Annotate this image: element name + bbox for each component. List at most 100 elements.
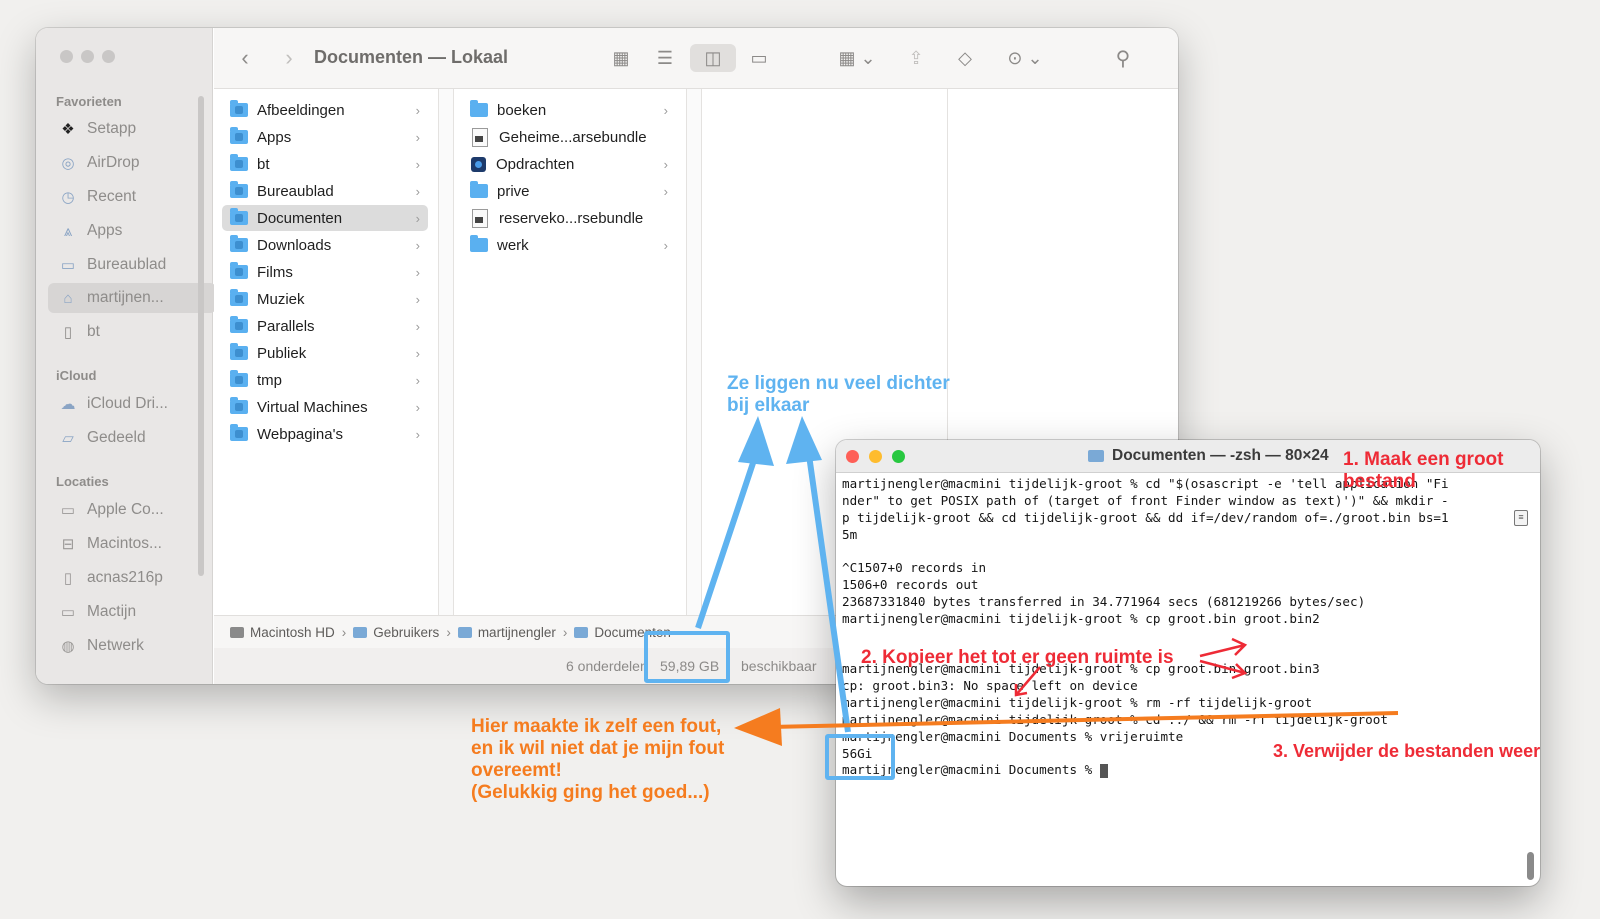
folder-row-label: Virtual Machines bbox=[257, 398, 368, 416]
file-row-label: reserveko...rsebundle bbox=[499, 209, 644, 227]
sidebar-item-label: Recent bbox=[87, 188, 137, 205]
sidebar-item-label: Macintos... bbox=[87, 535, 162, 552]
zoom-button[interactable] bbox=[102, 50, 115, 63]
sidebar-item-airdrop[interactable]: ◎ AirDrop bbox=[48, 148, 216, 178]
sidebar-item-mactijn[interactable]: ▭ Mactijn bbox=[48, 597, 216, 627]
file-row[interactable]: Opdrachten › bbox=[462, 151, 676, 177]
sidebar-item-recent[interactable]: ◷ Recent bbox=[48, 182, 216, 212]
file-row[interactable]: Geheime...arsebundle bbox=[462, 124, 676, 150]
folder-row[interactable]: Parallels › bbox=[222, 313, 428, 339]
folder-row[interactable]: Documenten › bbox=[222, 205, 428, 231]
sidebar-item-label: AirDrop bbox=[87, 154, 140, 171]
clock-icon: ◷ bbox=[61, 189, 75, 206]
zoom-button[interactable] bbox=[892, 450, 905, 463]
terminal-scrollbar[interactable] bbox=[1527, 852, 1534, 880]
folder-row[interactable]: boeken › bbox=[462, 97, 676, 123]
sidebar-item-label: acnas216p bbox=[87, 569, 163, 586]
column-documenten: boeken › Geheime...arsebundle Opdrachten › pr… bbox=[454, 89, 687, 616]
finder-sidebar: Favorieten ❖ Setapp ◎ AirDrop ◷ Recent ⩓… bbox=[36, 28, 216, 684]
list-view-icon[interactable]: ☰ bbox=[652, 44, 678, 72]
folder-row[interactable]: Downloads › bbox=[222, 232, 428, 258]
chevron-right-icon: › bbox=[446, 624, 451, 640]
terminal-output[interactable]: martijnengler@macmini tijdelijk-groot % … bbox=[842, 476, 1526, 779]
drive-icon: ⊟ bbox=[61, 536, 75, 553]
sidebar-item-label: Apple Co... bbox=[87, 501, 164, 518]
sidebar-item-netwerk[interactable]: ◍ Netwerk bbox=[48, 631, 216, 661]
folder-icon bbox=[230, 424, 248, 441]
sidebar-item-apps[interactable]: ⩓ Apps bbox=[48, 216, 216, 246]
terminal-line: cp: groot.bin3: No space left on device bbox=[842, 678, 1138, 694]
folder-row[interactable]: tmp › bbox=[222, 367, 428, 393]
column-home: Afbeeldingen › Apps › bt › Bureaublad › Document… bbox=[214, 89, 439, 616]
folder-row[interactable]: Bureaublad › bbox=[222, 178, 428, 204]
column-divider[interactable] bbox=[439, 89, 454, 616]
folder-icon bbox=[230, 289, 248, 306]
sidebar-item-home[interactable]: ⌂ martijnen... bbox=[48, 283, 216, 313]
shared-folder-icon: ▱ bbox=[62, 430, 74, 447]
folder-row-label: tmp bbox=[257, 371, 283, 389]
forward-icon[interactable]: › bbox=[278, 44, 300, 72]
path-item[interactable]: Macintosh HD bbox=[250, 625, 335, 640]
setapp-icon: ❖ bbox=[61, 121, 75, 138]
minimize-button[interactable] bbox=[869, 450, 882, 463]
terminal-line: martijnengler@macmini tijdelijk-groot % … bbox=[842, 711, 1388, 727]
home-folder-icon bbox=[457, 626, 472, 638]
sidebar-item-setapp[interactable]: ❖ Setapp bbox=[48, 114, 216, 144]
tag-icon[interactable]: ◇ bbox=[952, 44, 978, 72]
file-row[interactable]: reserveko...rsebundle bbox=[462, 205, 676, 231]
chevron-right-icon: › bbox=[415, 183, 420, 199]
gallery-view-icon[interactable]: ▭ bbox=[744, 44, 774, 72]
folder-row[interactable]: Muziek › bbox=[222, 286, 428, 312]
sidebar-item-label: Apps bbox=[87, 222, 123, 239]
folder-row[interactable]: prive › bbox=[462, 178, 676, 204]
folder-row[interactable]: Films › bbox=[222, 259, 428, 285]
drive-icon: ▭ bbox=[60, 502, 76, 519]
window-controls bbox=[846, 450, 905, 463]
column-divider[interactable] bbox=[687, 89, 702, 616]
folder-row-label: Muziek bbox=[257, 290, 305, 308]
folder-row[interactable]: Apps › bbox=[222, 124, 428, 150]
folder-row[interactable]: werk › bbox=[462, 232, 676, 258]
folder-row-label: Afbeeldingen bbox=[257, 101, 345, 119]
sidebar-section-favorites: Favorieten bbox=[56, 94, 122, 109]
back-icon[interactable]: ‹ bbox=[234, 44, 256, 72]
folder-row[interactable]: Afbeeldingen › bbox=[222, 97, 428, 123]
folder-row-label: Publiek bbox=[257, 344, 307, 362]
chevron-right-icon: › bbox=[415, 318, 420, 334]
sidebar-item-icloud-drive[interactable]: ☁ iCloud Dri... bbox=[48, 389, 216, 419]
path-item[interactable]: Gebruikers bbox=[373, 625, 439, 640]
document-icon: ▯ bbox=[63, 570, 73, 587]
more-actions-icon[interactable]: ⊙ ⌄ bbox=[1002, 44, 1048, 72]
sidebar-scrollbar[interactable] bbox=[198, 96, 204, 576]
sidebar-item-macintosh[interactable]: ⊟ Macintos... bbox=[48, 529, 216, 559]
terminal-line: 5m bbox=[842, 526, 858, 542]
search-icon[interactable]: ⚲ bbox=[1110, 44, 1136, 72]
folder-row[interactable]: bt › bbox=[222, 151, 428, 177]
share-icon[interactable]: ⇪ bbox=[904, 44, 928, 72]
group-icon[interactable]: ▦ ⌄ bbox=[834, 44, 880, 72]
folder-row[interactable]: Virtual Machines › bbox=[222, 394, 428, 420]
folder-row[interactable]: Publiek › bbox=[222, 340, 428, 366]
app-folder-icon bbox=[471, 156, 486, 172]
folder-icon bbox=[230, 154, 248, 171]
sidebar-item-acnas216p[interactable]: ▯ acnas216p bbox=[48, 563, 216, 593]
folder-row[interactable]: Webpagina's › bbox=[222, 421, 428, 447]
sidebar-item-bt[interactable]: ▯ bt bbox=[48, 317, 216, 347]
marks-icon[interactable]: ≡ bbox=[1514, 510, 1528, 526]
column-view-icon[interactable]: ◫ bbox=[690, 44, 736, 72]
sidebar-item-gedeeld[interactable]: ▱ Gedeeld bbox=[48, 423, 216, 453]
close-button[interactable] bbox=[846, 450, 859, 463]
close-button[interactable] bbox=[60, 50, 73, 63]
folder-icon bbox=[1088, 450, 1104, 462]
sidebar-item-apple-co[interactable]: ▭ Apple Co... bbox=[48, 495, 216, 525]
path-item[interactable]: martijnengler bbox=[478, 625, 556, 640]
folder-icon bbox=[470, 181, 488, 198]
desktop-icon: ▭ bbox=[60, 257, 76, 274]
icon-view-icon[interactable]: ▦ bbox=[608, 44, 634, 72]
annotation-step3: 3. Verwijder de bestanden weer bbox=[1273, 741, 1541, 761]
sidebar-item-bureaublad[interactable]: ▭ Bureaublad bbox=[48, 250, 216, 280]
item-count: 6 onderdelen bbox=[566, 658, 648, 674]
drive-icon bbox=[230, 626, 244, 638]
chevron-right-icon: › bbox=[415, 102, 420, 118]
minimize-button[interactable] bbox=[81, 50, 94, 63]
